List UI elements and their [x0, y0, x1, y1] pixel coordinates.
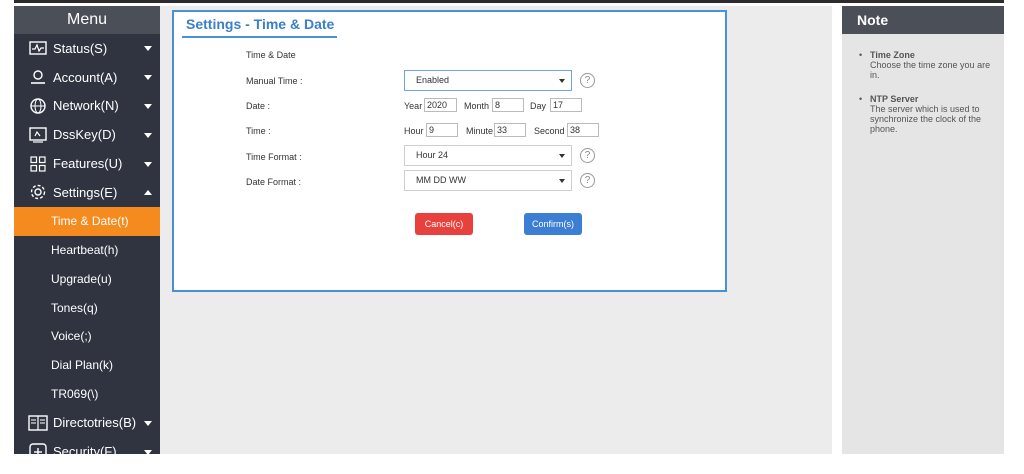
sidebar-subitem-tr069[interactable]: TR069(\) — [14, 380, 160, 409]
note-panel: Note • Time Zone Choose the time zone yo… — [842, 6, 1004, 454]
account-icon — [28, 68, 48, 86]
sidebar-subitem-voice[interactable]: Voice(;) — [14, 322, 160, 351]
time-format-label: Time Format : — [246, 152, 302, 162]
sidebar-item-label: Features(U) — [53, 156, 123, 172]
sidebar-item-status[interactable]: Status(S) — [14, 34, 160, 63]
note-item-desc: Choose the time zone you are in. — [870, 60, 991, 80]
date-label: Date : — [246, 101, 271, 111]
sidebar-item-settings[interactable]: Settings(E) — [14, 178, 160, 207]
year-label: Year — [404, 101, 423, 111]
cancel-button[interactable]: Cancel(c) — [415, 213, 473, 235]
hour-input[interactable]: 9 — [426, 123, 458, 137]
minute-label: Minute — [466, 126, 494, 136]
month-label: Month — [464, 101, 490, 111]
directories-icon — [28, 414, 48, 432]
note-title: Note — [842, 6, 1004, 34]
second-label: Second — [534, 126, 565, 136]
time-format-select[interactable]: Hour 24 — [404, 145, 572, 166]
sidebar-item-account[interactable]: Account(A) — [14, 63, 160, 92]
hour-label: Hour — [404, 126, 424, 136]
security-icon — [28, 442, 48, 454]
sidebar-item-directories[interactable]: Directotries(B) — [14, 408, 160, 437]
date-format-value: MM DD WW — [416, 175, 466, 185]
month-input[interactable]: 8 — [492, 98, 524, 112]
settings-icon — [28, 183, 48, 201]
year-input[interactable]: 2020 — [424, 98, 457, 112]
sidebar-item-label: Account(A) — [53, 69, 118, 85]
sidebar-item-dsskey[interactable]: DssKey(D) — [14, 120, 160, 149]
chevron-down-icon — [144, 132, 152, 138]
page-title: Settings - Time & Date — [186, 16, 335, 32]
sidebar-subitem-tones[interactable]: Tones(q) — [14, 293, 160, 322]
features-icon — [28, 155, 48, 173]
help-icon[interactable]: ? — [580, 173, 595, 188]
settings-panel: Settings - Time & Date Time & Date Manua… — [172, 10, 727, 292]
chevron-down-icon — [144, 46, 152, 52]
second-input[interactable]: 38 — [567, 123, 599, 137]
menu-title: Menu — [14, 6, 160, 34]
status-icon — [28, 39, 48, 57]
sidebar-subitem-upgrade[interactable]: Upgrade(u) — [14, 264, 160, 293]
sidebar-item-label: Directotries(B) — [53, 415, 137, 431]
manual-time-label: Manual Time : — [246, 76, 303, 86]
dropdown-arrow-icon — [559, 154, 565, 158]
day-input[interactable]: 17 — [550, 98, 582, 112]
date-format-select[interactable]: MM DD WW — [404, 170, 572, 191]
chevron-down-icon — [144, 449, 152, 454]
dropdown-arrow-icon — [559, 179, 565, 183]
date-format-label: Date Format : — [246, 177, 302, 187]
bullet-icon: • — [859, 50, 863, 60]
note-item-title: Time Zone — [870, 50, 915, 60]
sidebar-item-label: Settings(E) — [53, 184, 118, 200]
sidebar-item-features[interactable]: Features(U) — [14, 149, 160, 178]
time-format-value: Hour 24 — [416, 150, 449, 160]
minute-input[interactable]: 33 — [494, 123, 526, 137]
main-content: Settings - Time & Date Time & Date Manua… — [160, 6, 832, 454]
chevron-up-icon — [144, 190, 152, 196]
sidebar-item-network[interactable]: Network(N) — [14, 92, 160, 121]
note-item-title: NTP Server — [870, 94, 919, 104]
title-underline — [182, 36, 337, 38]
top-border — [14, 0, 1004, 3]
sidebar-item-label: Security(F) — [53, 444, 117, 454]
sidebar-subitem-heartbeat[interactable]: Heartbeat(h) — [14, 236, 160, 265]
day-label: Day — [530, 101, 547, 111]
sidebar-item-label: Status(S) — [53, 40, 108, 56]
chevron-down-icon — [144, 103, 152, 109]
sidebar-item-label: DssKey(D) — [53, 127, 116, 143]
network-icon — [28, 97, 48, 115]
sidebar-menu: Menu Status(S) Account(A) Network(N) Dss… — [14, 6, 160, 454]
time-label: Time : — [246, 126, 271, 136]
note-item: • NTP Server The server which is used to… — [842, 94, 1004, 134]
confirm-button[interactable]: Confirm(s) — [524, 213, 582, 235]
chevron-down-icon — [144, 161, 152, 167]
note-item: • Time Zone Choose the time zone you are… — [842, 50, 1004, 80]
help-icon[interactable]: ? — [580, 148, 595, 163]
manual-time-select[interactable]: Enabled — [404, 70, 572, 91]
section-label: Time & Date — [246, 50, 296, 60]
chevron-down-icon — [144, 420, 152, 426]
dropdown-arrow-icon — [559, 79, 565, 83]
dsskey-icon — [28, 126, 48, 144]
note-item-desc: The server which is used to synchronize … — [870, 104, 982, 134]
manual-time-value: Enabled — [416, 75, 450, 85]
sidebar-item-security[interactable]: Security(F) — [14, 437, 160, 454]
chevron-down-icon — [144, 75, 152, 81]
help-icon[interactable]: ? — [580, 73, 595, 88]
column-gap — [832, 6, 842, 454]
bullet-icon: • — [859, 94, 863, 104]
sidebar-subitem-dial-plan[interactable]: Dial Plan(k) — [14, 351, 160, 380]
sidebar-item-label: Network(N) — [53, 98, 119, 114]
sidebar-subitem-time-date[interactable]: Time & Date(t) — [14, 206, 160, 236]
